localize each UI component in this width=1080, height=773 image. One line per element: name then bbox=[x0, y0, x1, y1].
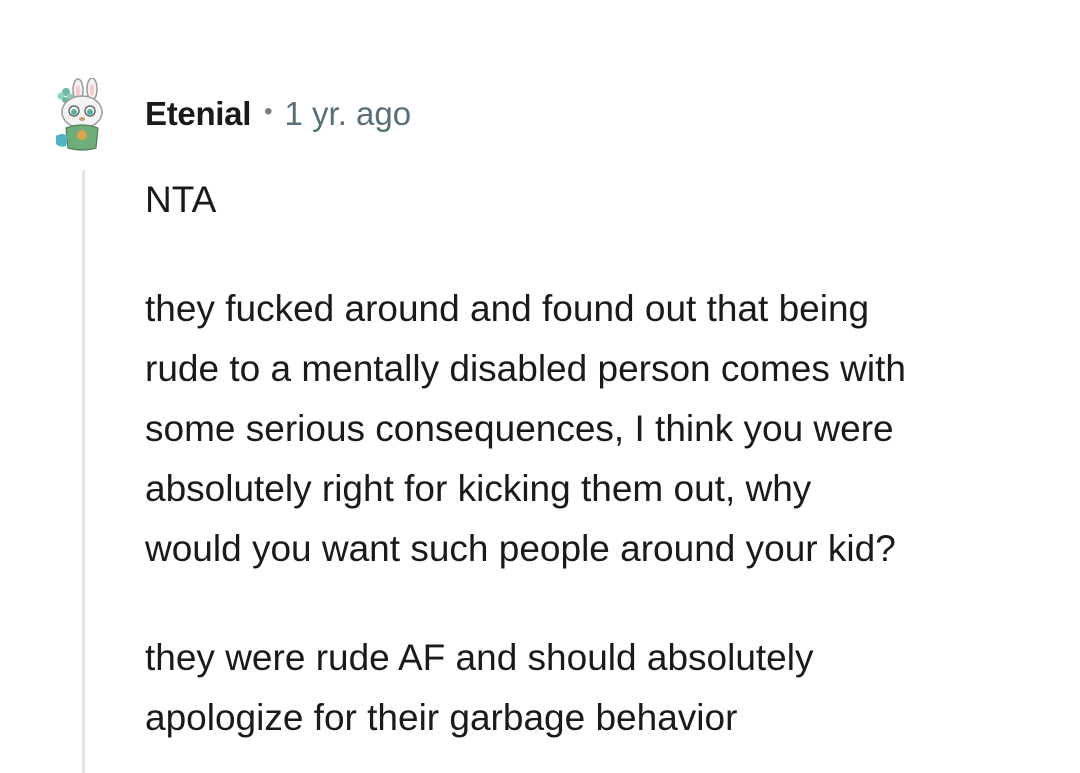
comment-paragraph: they fucked around and found out that be… bbox=[145, 288, 906, 569]
comment-timestamp: 1 yr. ago bbox=[284, 95, 412, 132]
comment: Etenial • 1 yr. ago NTA they fucked arou… bbox=[0, 0, 1080, 773]
comment-paragraph: they were rude AF and should absolutely … bbox=[145, 637, 814, 738]
comment-body: NTA they fucked around and found out tha… bbox=[145, 170, 1045, 748]
comment-paragraph: NTA bbox=[145, 179, 217, 220]
meta-separator: • bbox=[264, 98, 273, 125]
bunny-avatar-icon[interactable] bbox=[52, 77, 110, 152]
comment-header: Etenial • 1 yr. ago bbox=[145, 92, 411, 136]
thread-line[interactable] bbox=[82, 170, 85, 773]
author-username[interactable]: Etenial bbox=[145, 92, 251, 136]
